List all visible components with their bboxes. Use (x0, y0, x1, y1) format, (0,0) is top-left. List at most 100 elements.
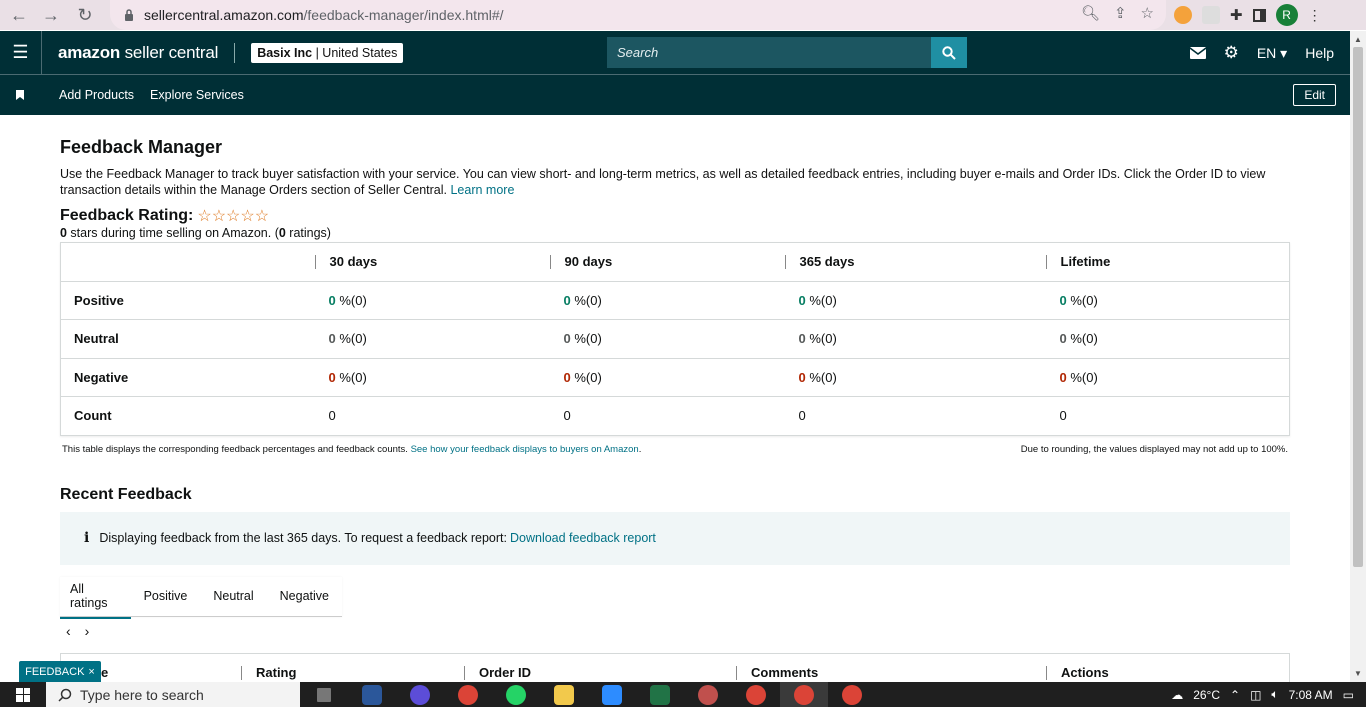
chrome-app-icon[interactable] (732, 682, 780, 707)
task-view-icon[interactable] (300, 682, 348, 707)
star-rating-icons: ☆☆☆☆☆ (197, 208, 270, 225)
close-icon[interactable]: × (88, 666, 94, 678)
help-link[interactable]: Help (1305, 45, 1334, 61)
table-row-count: Count 0 0 0 0 (60, 396, 1290, 435)
recent-feedback-table-header: e Rating Order ID Comments Actions (60, 653, 1290, 682)
download-report-link[interactable]: Download feedback report (510, 531, 656, 545)
windows-taskbar: Type here to search ☁ 26°C ⌃ ◫ 🔈︎ 7:08 A… (0, 682, 1366, 707)
reload-icon[interactable]: ↻ (72, 2, 98, 28)
pagination: ‹ › (66, 623, 1290, 639)
tab-positive[interactable]: Positive (131, 589, 201, 603)
learn-more-link[interactable]: Learn more (450, 183, 514, 197)
page-title: Feedback Manager (60, 137, 223, 157)
side-panel-icon[interactable] (1252, 8, 1266, 22)
address-bar[interactable]: sellercentral.amazon.com/feedback-manage… (110, 0, 1166, 30)
network-icon[interactable]: ◫ (1250, 688, 1261, 702)
excel-app-icon[interactable] (636, 682, 684, 707)
nav-add-products[interactable]: Add Products (59, 88, 134, 102)
search-icon (942, 45, 956, 60)
bookmark-star-icon[interactable]: ☆ (1141, 4, 1154, 22)
settings-gear-icon[interactable]: ⚙ (1224, 43, 1239, 63)
table-footnote: This table displays the corresponding fe… (62, 443, 1288, 455)
seller-central-header: ☰ amazon seller central Basix Inc | Unit… (0, 30, 1350, 75)
profile-avatar[interactable]: R (1275, 4, 1298, 26)
whatsapp-app-icon[interactable] (492, 682, 540, 707)
feedback-widget-button[interactable]: FEEDBACK × (19, 661, 101, 682)
zoom-app-icon[interactable] (588, 682, 636, 707)
feedback-display-link[interactable]: See how your feedback displays to buyers… (411, 444, 639, 455)
forward-icon[interactable]: → (38, 2, 64, 28)
col-order-id: Order ID (464, 666, 736, 680)
table-row-neutral: Neutral 0 %(0) 0 %(0) 0 %(0) 0 %(0) (60, 319, 1290, 358)
search-input[interactable] (607, 37, 932, 68)
info-icon: i (84, 530, 90, 546)
col-30-days: 30 days (314, 255, 377, 270)
lock-icon (125, 9, 133, 21)
chrome-app-icon-active[interactable] (780, 682, 828, 707)
taskbar-search[interactable]: Type here to search (46, 682, 300, 707)
amazon-seller-central-logo[interactable]: amazon seller central (58, 43, 218, 63)
feedback-metrics-table: 30 days 90 days 365 days Lifetime Positi… (60, 242, 1290, 436)
app-icon[interactable] (396, 682, 444, 707)
file-explorer-icon[interactable] (540, 682, 588, 707)
chevron-right-icon[interactable]: › (85, 623, 90, 639)
search-icon (58, 688, 72, 702)
hamburger-menu-icon[interactable]: ☰ (0, 30, 42, 75)
feedback-rating-heading: Feedback Rating: ☆☆☆☆☆ (60, 207, 270, 225)
notification-icon[interactable]: ▭ (1343, 688, 1354, 702)
temperature[interactable]: 26°C (1193, 688, 1220, 702)
edit-button[interactable]: Edit (1293, 84, 1336, 106)
col-actions: Actions (1046, 666, 1109, 680)
divider (234, 42, 236, 63)
extension-icon[interactable] (1174, 6, 1192, 24)
app-icon[interactable] (684, 682, 732, 707)
col-comments: Comments (736, 666, 1046, 680)
zoom-icon[interactable]: 🔍︎ (1081, 4, 1100, 22)
col-90-days: 90 days (549, 255, 612, 270)
back-icon[interactable]: ← (6, 2, 32, 28)
bookmarks-bar: Add Products Explore Services Edit (0, 75, 1350, 115)
chrome-app-icon[interactable] (828, 682, 876, 707)
chevron-left-icon[interactable]: ‹ (66, 623, 71, 639)
col-rating: Rating (241, 666, 464, 680)
intro-text: Use the Feedback Manager to track buyer … (60, 167, 1266, 197)
table-row-positive: Positive 0 %(0) 0 %(0) 0 %(0) 0 %(0) (60, 280, 1290, 320)
rounding-note: Due to rounding, the values displayed ma… (1020, 443, 1288, 455)
extension-icon[interactable] (1202, 6, 1220, 24)
rating-tabs: All ratings Positive Neutral Negative (60, 576, 342, 619)
table-row-negative: Negative 0 %(0) 0 %(0) 0 %(0) 0 %(0) (60, 357, 1290, 397)
tab-negative[interactable]: Negative (267, 589, 342, 603)
scroll-down-icon[interactable]: ▼ (1354, 669, 1362, 678)
tab-neutral[interactable]: Neutral (200, 589, 266, 603)
chrome-app-icon[interactable] (444, 682, 492, 707)
system-tray: ☁ 26°C ⌃ ◫ 🔈︎ 7:08 AM ▭ (1171, 682, 1366, 707)
search-button[interactable] (931, 37, 967, 68)
clock[interactable]: 7:08 AM (1289, 688, 1333, 702)
recent-feedback-title: Recent Feedback (60, 485, 192, 503)
speaker-icon[interactable]: 🔈︎ (1271, 687, 1278, 702)
bookmark-icon[interactable] (16, 90, 24, 100)
language-selector[interactable]: EN ▾ (1257, 45, 1287, 62)
mail-icon[interactable] (1189, 47, 1206, 59)
tab-all-ratings[interactable]: All ratings (60, 582, 131, 619)
page-scrollbar[interactable]: ▲ ▼ (1350, 31, 1366, 682)
scroll-thumb[interactable] (1353, 47, 1363, 567)
windows-start-icon[interactable] (0, 682, 46, 707)
menu-kebab-icon[interactable]: ⋮ (1308, 7, 1322, 24)
extensions-puzzle-icon[interactable]: ✚ (1230, 6, 1243, 24)
main-content: Feedback Manager Use the Feedback Manage… (60, 115, 1290, 639)
table-header-row: 30 days 90 days 365 days Lifetime (61, 243, 1290, 282)
url-path: /feedback-manager/index.html#/ (303, 7, 504, 23)
account-switcher[interactable]: Basix Inc | United States (251, 42, 404, 63)
rating-summary: 0 stars during time selling on Amazon. (… (60, 226, 331, 240)
share-icon[interactable]: ⇪ (1114, 4, 1127, 22)
scroll-up-icon[interactable]: ▲ (1354, 35, 1362, 44)
chevron-up-icon[interactable]: ⌃ (1230, 688, 1240, 702)
url-host: sellercentral.amazon.com (144, 7, 304, 23)
info-banner: i Displaying feedback from the last 365 … (60, 511, 1290, 565)
nav-explore-services[interactable]: Explore Services (150, 88, 244, 102)
browser-toolbar: ← → ↻ sellercentral.amazon.com/feedback-… (0, 0, 1366, 30)
col-365-days: 365 days (784, 255, 854, 270)
word-app-icon[interactable] (348, 682, 396, 707)
weather-icon[interactable]: ☁ (1171, 688, 1183, 702)
